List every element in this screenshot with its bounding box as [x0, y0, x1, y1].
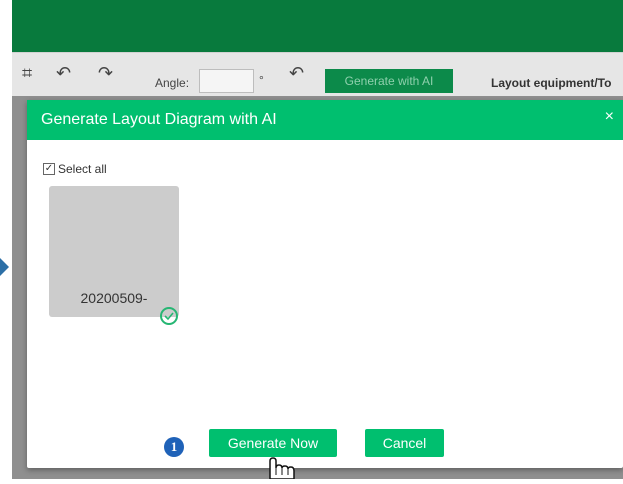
select-all-label: Select all: [58, 162, 107, 176]
thumbnail-label: 20200509-: [80, 290, 148, 306]
select-all-checkbox[interactable]: ✓ Select all: [43, 162, 107, 176]
reset-icon[interactable]: ↶: [289, 65, 304, 83]
app-header: [12, 0, 623, 52]
undo-icon[interactable]: ↶: [56, 65, 71, 83]
checkbox-checked-icon[interactable]: ✓: [43, 163, 55, 175]
step-number-badge: 1: [164, 437, 184, 457]
hand-pointer-icon: [262, 453, 298, 484]
side-panel-arrow-icon[interactable]: [0, 258, 9, 276]
toolbar: ⌗ ↶ ↷ ↶: [12, 52, 623, 97]
modal-title: Generate Layout Diagram with AI: [41, 111, 277, 128]
left-strip: [0, 0, 12, 479]
modal-header: Generate Layout Diagram with AI ×: [27, 100, 623, 140]
angle-label: Angle:: [155, 76, 190, 90]
generate-with-ai-button[interactable]: Generate with AI: [325, 69, 453, 93]
layout-equipment-label[interactable]: Layout equipment/To: [491, 76, 611, 90]
degree-symbol: °: [259, 73, 264, 87]
ai-layout-modal: Generate Layout Diagram with AI × ✓ Sele…: [27, 100, 623, 468]
redo-icon[interactable]: ↷: [98, 65, 113, 83]
cancel-button[interactable]: Cancel: [365, 429, 444, 457]
angle-input[interactable]: [199, 69, 254, 93]
selected-check-icon: [160, 307, 178, 325]
layout-thumbnail[interactable]: 20200509-: [49, 186, 179, 317]
close-icon[interactable]: ×: [605, 108, 614, 126]
grid-tool-icon[interactable]: ⌗: [22, 65, 32, 83]
